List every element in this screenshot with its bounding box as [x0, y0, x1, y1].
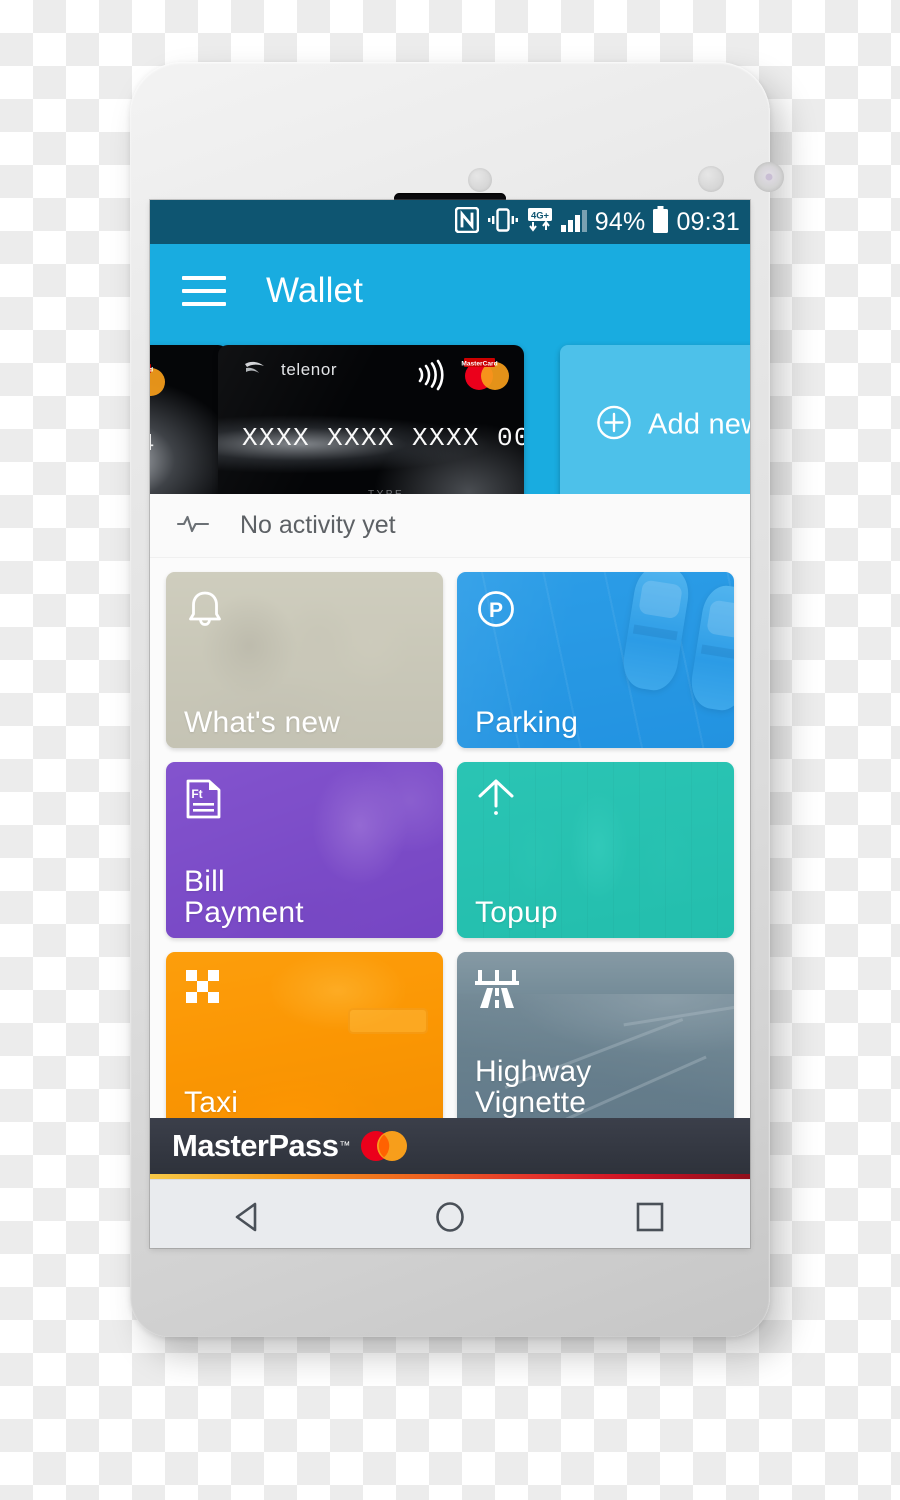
parking-p-icon: P	[473, 586, 519, 637]
battery-percent-label: 94%	[594, 207, 646, 236]
ambient-light-sensor-icon	[698, 166, 724, 192]
tile-parking[interactable]: P Parking	[457, 572, 734, 748]
page-title: Wallet	[266, 271, 364, 310]
phone-device-frame: 4G+ 94% 09:31 Wallet d telenor MasterCar…	[130, 62, 784, 1337]
tile-topup[interactable]: Topup	[457, 762, 734, 938]
bell-icon	[182, 586, 228, 637]
card-carousel[interactable]: MasterCard 4 telenor	[150, 338, 750, 494]
wallet-card-active[interactable]: telenor MasterCard XXXX XXXX XXXX 00	[218, 345, 524, 494]
phone-screen: 4G+ 94% 09:31 Wallet d telenor MasterCar…	[150, 200, 750, 1248]
app-bar: Wallet	[150, 244, 750, 338]
front-camera-icon	[754, 162, 784, 192]
network-4g-plus-icon: 4G+	[527, 207, 553, 238]
masterpass-trademark: ™	[339, 1140, 351, 1152]
tile-taxi[interactable]: Taxi	[166, 952, 443, 1128]
tile-label: Bill Payment	[184, 864, 304, 929]
arrow-up-icon	[473, 776, 519, 829]
square-icon	[636, 1202, 664, 1232]
contactless-icon	[412, 359, 446, 396]
android-navigation-bar	[150, 1179, 750, 1248]
tile-label: Highway Vignette	[475, 1054, 592, 1119]
activity-status-label: No activity yet	[240, 511, 396, 539]
proximity-sensor-icon	[468, 168, 492, 192]
svg-text:MasterCard: MasterCard	[461, 360, 497, 367]
signal-bars-icon	[560, 207, 588, 238]
card-number: XXXX XXXX XXXX 0062	[242, 423, 524, 453]
telenor-logo-icon	[245, 361, 264, 373]
clock-label: 09:31	[676, 207, 740, 236]
tile-label: Taxi	[184, 1085, 239, 1119]
svg-text:Ft: Ft	[191, 787, 202, 801]
tile-whats-new[interactable]: What's new	[166, 572, 443, 748]
plus-circle-icon	[596, 405, 632, 446]
motorway-icon	[473, 966, 521, 1017]
triangle-left-icon	[235, 1202, 257, 1232]
wallet-card-previous[interactable]: MasterCard 4	[150, 345, 228, 494]
activity-summary-row[interactable]: No activity yet	[150, 494, 750, 558]
status-bar: 4G+ 94% 09:31	[150, 200, 750, 244]
back-button[interactable]	[211, 1187, 289, 1247]
battery-icon	[652, 205, 669, 239]
recents-button[interactable]	[611, 1187, 689, 1247]
svg-text:MasterCard: MasterCard	[150, 366, 153, 373]
masterpass-branding-bar[interactable]: MasterPass ™	[150, 1118, 750, 1174]
add-new-card-button[interactable]: Add new	[560, 345, 750, 494]
checkered-flag-icon	[182, 966, 228, 1017]
nfc-icon	[454, 206, 480, 238]
mastercard-circles-logo	[358, 1129, 410, 1163]
card-number-partial: 4	[150, 431, 155, 458]
card-issuer: telenor	[242, 357, 337, 383]
vibrate-icon	[486, 207, 520, 238]
card-issuer-label: telenor	[281, 360, 338, 379]
invoice-ft-icon: Ft	[182, 776, 226, 827]
circle-icon	[436, 1202, 464, 1232]
tile-label: What's new	[184, 705, 341, 739]
mastercard-logo: MasterCard	[461, 357, 513, 396]
tile-label: Parking	[475, 705, 579, 739]
svg-text:4G+: 4G+	[531, 209, 550, 220]
tile-highway-vignette[interactable]: Highway Vignette	[457, 952, 734, 1128]
pulse-activity-icon	[176, 509, 210, 542]
tile-label: Topup	[475, 895, 558, 929]
mastercard-logo: MasterCard	[150, 363, 170, 402]
svg-text:P: P	[489, 599, 503, 622]
add-new-card-label: Add new	[648, 408, 750, 441]
service-tile-grid: What's new P Parking Ft Bill Payment Top…	[150, 558, 750, 1128]
hamburger-menu-icon[interactable]	[182, 276, 226, 306]
tile-bill-payment[interactable]: Ft Bill Payment	[166, 762, 443, 938]
masterpass-wordmark: MasterPass	[172, 1128, 339, 1163]
home-button[interactable]	[411, 1187, 489, 1247]
